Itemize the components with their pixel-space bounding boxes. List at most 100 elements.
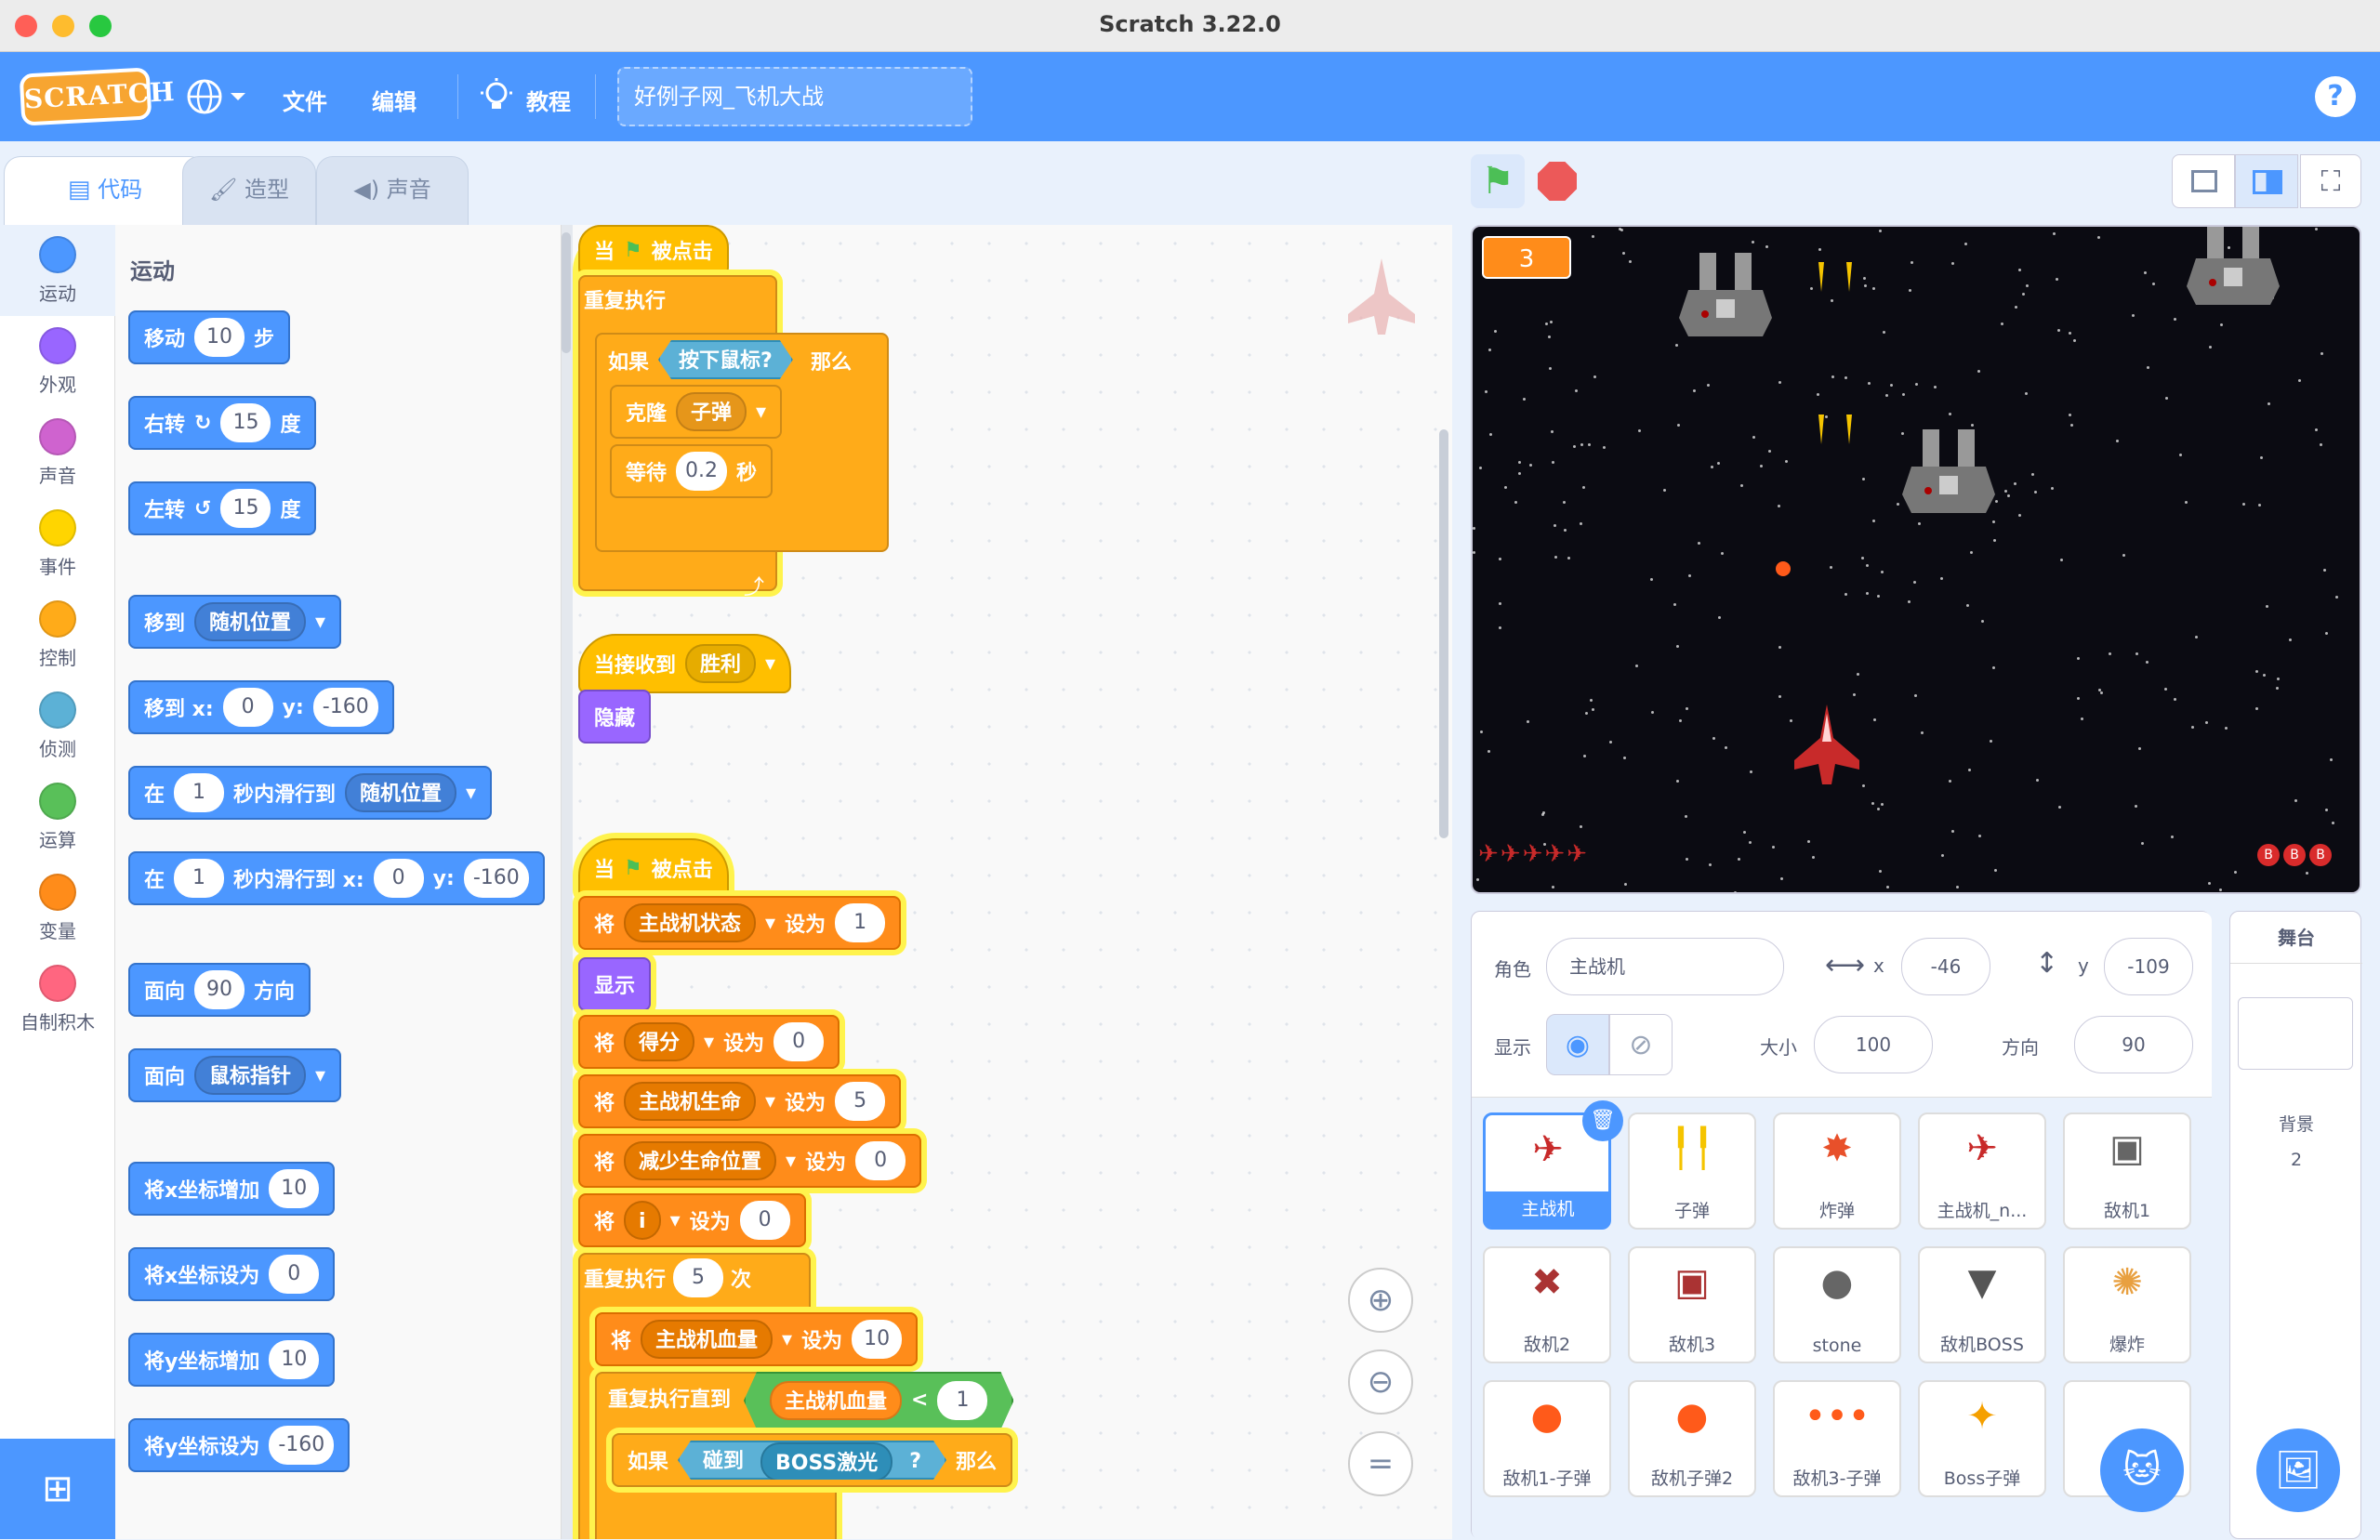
block-move-steps[interactable]: 移动 10 步 [128,310,291,364]
star [1686,858,1689,862]
sprite-tile[interactable]: ● stone [1773,1246,1901,1363]
tutorial-menu[interactable]: 教程 [478,78,571,119]
script-vertical-scrollbar[interactable] [1439,429,1448,838]
project-title-input[interactable]: 好例子网_飞机大战 [617,67,972,126]
palette-scrollbar[interactable] [562,232,571,353]
zoom-out-button[interactable]: ⊖ [1348,1349,1413,1415]
hide-sprite-button[interactable]: ⊘ [1609,1014,1673,1075]
language-menu[interactable] [186,78,251,119]
star [2022,293,2026,296]
tab-sounds[interactable]: ◀) 声音 [316,156,469,227]
block-when-receive[interactable]: 当接收到 胜利 ▾ [578,634,792,693]
y-input[interactable]: -109 [2104,938,2193,995]
tab-code[interactable]: ▤ 代码 [4,156,206,227]
star [2233,871,2237,875]
star [1712,736,1715,740]
less-than-condition[interactable]: 主战机血量 <1 [744,1372,1013,1429]
stage-selector[interactable]: 舞台 背景 2 🖼 [2229,911,2362,1539]
block-glide-xy[interactable]: 在 1 秒内滑行到 x: 0 y: -160 [128,851,545,905]
sprite-tile[interactable]: ✈ 主战机 🗑 [1483,1100,1623,1230]
scratch-logo[interactable]: SCRATCH [19,67,176,126]
block-goto[interactable]: 移到 随机位置 ▾ [128,595,342,649]
category-6[interactable]: 运算 [0,771,115,862]
star [2179,454,2183,457]
block-point-direction[interactable]: 面向 90 方向 [128,963,311,1017]
block-set-i[interactable]: 将 i ▾ 设为 0 [578,1193,806,1247]
delete-sprite-button[interactable]: 🗑 [1582,1100,1623,1141]
zoom-in-button[interactable]: ⊕ [1348,1268,1413,1333]
block-when-flag-clicked[interactable]: 当 ⚑ 被点击 [578,225,729,275]
sprite-tile[interactable]: ✺ 爆炸 [2063,1246,2191,1363]
tab-costumes[interactable]: 🖌 造型 [182,156,316,227]
block-set-y[interactable]: 将y坐标设为 -160 [128,1418,350,1472]
category-4[interactable]: 控制 [0,589,115,680]
sprite-tile[interactable]: ▼ 敌机BOSS [1918,1246,2046,1363]
star [2072,338,2076,342]
file-menu[interactable]: 文件 [283,84,327,116]
block-turn-right[interactable]: 右转 ↻ 15 度 [128,396,317,450]
block-set-lives[interactable]: 将主战机生命 ▾ 设为 5 [578,1074,902,1128]
zoom-out-icon: ⊖ [1367,1363,1395,1401]
choose-sprite-button[interactable]: 🐱 [2100,1428,2184,1512]
help-button[interactable]: ? [2315,76,2356,117]
mouse-down-condition[interactable]: 按下鼠标? [658,340,793,379]
edit-menu[interactable]: 编辑 [372,84,416,116]
sprite-tile[interactable]: ✸ 炸弹 [1773,1112,1901,1230]
star [1494,329,1498,333]
category-8[interactable]: 自制积木 [0,954,115,1045]
sprite-tile[interactable]: ● 敌机1-子弹 [1483,1380,1611,1497]
block-create-clone[interactable]: 克隆 子弹 ▾ [610,385,783,439]
fullscreen-button[interactable]: ⛶ [2300,154,2361,208]
category-2[interactable]: 声音 [0,407,115,498]
green-flag-button[interactable]: ⚑ [1471,154,1525,208]
block-set-hp[interactable]: 将主战机血量 ▾ 设为 10 [595,1312,919,1366]
large-stage-button[interactable] [2235,154,2298,208]
sprite-tile[interactable]: ▣ 敌机1 [2063,1112,2191,1230]
category-3[interactable]: 事件 [0,498,115,589]
sprite-tile[interactable]: ✈ 主战机_n... [1918,1112,2046,1230]
block-glide-to[interactable]: 在 1 秒内滑行到 随机位置 ▾ [128,766,493,820]
small-stage-button[interactable] [2172,154,2235,208]
block-if-touching[interactable]: 如果 碰到 BOSS激光? 那么 [612,1433,1012,1487]
sprite-tile[interactable]: ▣ 敌机3 [1628,1246,1756,1363]
script-area[interactable]: 当 ⚑ 被点击 重复执行 如果 按下鼠标? 那么 克隆 子弹 ▾ 等待 0.2 秒 ⤴ 当接… [562,225,1452,1539]
x-input[interactable]: -46 [1901,938,1990,995]
block-set-score[interactable]: 将得分 ▾ 设为 0 [578,1015,840,1069]
sprite-tile[interactable]: ✖ 敌机2 [1483,1246,1611,1363]
sprite-tile[interactable]: ● 敌机子弹2 [1628,1380,1756,1497]
block-change-y[interactable]: 将y坐标增加 10 [128,1333,336,1387]
direction-label: 方向 [2002,1036,2039,1059]
size-input[interactable]: 100 [1814,1016,1933,1073]
stop-button[interactable] [1538,162,1577,201]
category-5[interactable]: 侦测 [0,680,115,771]
block-point-towards[interactable]: 面向 鼠标指针 ▾ [128,1048,342,1102]
star [1551,429,1554,433]
stage-title: 舞台 [2230,912,2362,964]
stage-canvas[interactable]: 3 ✈✈✈✈✈ B B B [1471,225,2361,894]
category-0[interactable]: 运动 [0,225,115,316]
sprite-tile[interactable]: ••• 敌机3-子弹 [1773,1380,1901,1497]
block-hide[interactable]: 隐藏 [578,690,652,744]
category-1[interactable]: 外观 [0,316,115,407]
sprite-tile[interactable]: ✦ Boss子弹 [1918,1380,2046,1497]
zoom-reset-button[interactable]: = [1348,1431,1413,1496]
x-arrows-icon: ⟷ [1825,949,1866,981]
block-set-x[interactable]: 将x坐标设为 0 [128,1247,336,1301]
choose-backdrop-button[interactable]: 🖼 [2256,1428,2340,1512]
block-show[interactable]: 显示 [578,957,652,1011]
star [2323,569,2327,573]
block-set-state[interactable]: 将主战机状态 ▾ 设为 1 [578,896,902,950]
add-extension-button[interactable]: ⊞ [0,1439,115,1539]
direction-input[interactable]: 90 [2074,1016,2193,1073]
sprite-tile[interactable]: ╿╿ 子弹 [1628,1112,1756,1230]
block-change-x[interactable]: 将x坐标增加 10 [128,1162,336,1216]
block-turn-left[interactable]: 左转 ↺ 15 度 [128,481,317,535]
block-when-flag-clicked-2[interactable]: 当 ⚑ 被点击 [578,838,729,898]
star [1865,592,1869,596]
block-set-life-pos[interactable]: 将减少生命位置 ▾ 设为 0 [578,1134,922,1188]
block-goto-xy[interactable]: 移到 x: 0 y: -160 [128,680,394,734]
block-wait[interactable]: 等待 0.2 秒 [610,444,774,498]
category-7[interactable]: 变量 [0,862,115,954]
sprite-name-input[interactable]: 主战机 [1546,938,1784,995]
show-sprite-button[interactable]: ◉ [1546,1014,1609,1075]
